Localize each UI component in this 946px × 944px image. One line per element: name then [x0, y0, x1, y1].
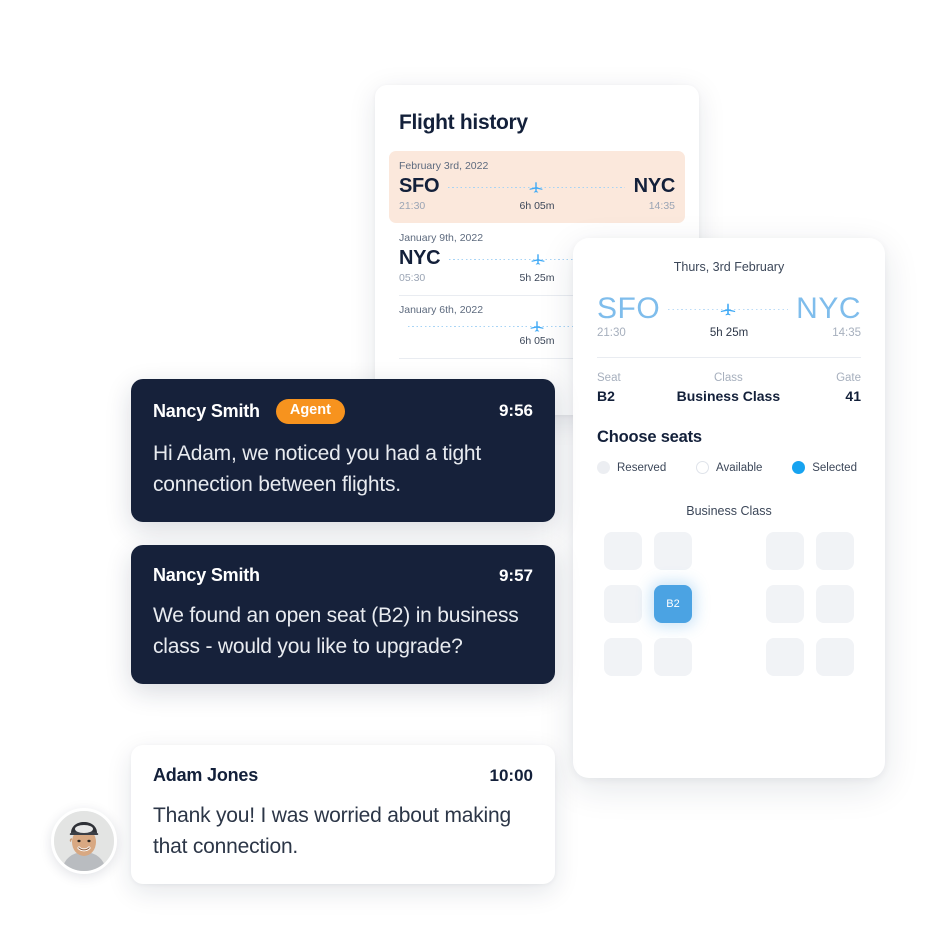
boarding-pass-times: 21:30 5h 25m 14:35 — [597, 327, 861, 339]
seat-row — [604, 638, 854, 676]
flight-date: February 3rd, 2022 — [399, 160, 489, 172]
seat-button[interactable] — [766, 532, 804, 570]
origin-airport-code: SFO — [399, 175, 440, 197]
sender-name: Adam Jones — [153, 765, 259, 785]
seat-label: Seat — [597, 372, 621, 384]
class-detail: Class Business Class — [621, 372, 836, 404]
seat-map: B2 — [597, 532, 861, 676]
message-timestamp: 9:56 — [498, 401, 533, 421]
airplane-icon — [529, 318, 546, 335]
flight-history-row[interactable]: February 3rd, 2022 SFO NYC 21:30 6h 05m … — [389, 151, 685, 223]
message-body: We found an open seat (B2) in business c… — [153, 604, 519, 659]
seat-button-selected[interactable]: B2 — [654, 585, 692, 623]
destination-airport-code: NYC — [633, 175, 676, 197]
origin-airport-code: SFO — [597, 292, 661, 325]
boarding-pass-card: Thurs, 3rd February SFO NYC 21:30 5h 25m… — [573, 238, 885, 778]
airplane-icon — [719, 300, 738, 319]
message-timestamp: 9:57 — [498, 565, 533, 585]
route-connector — [448, 178, 625, 195]
arrival-time: 14:35 — [832, 327, 861, 339]
app-canvas: Flight history February 3rd, 2022 SFO NY… — [0, 0, 946, 944]
boarding-pass-date: Thurs, 3rd February — [673, 260, 785, 274]
flight-times: 21:30 6h 05m 14:35 — [399, 200, 675, 212]
sender-name: Nancy Smith — [153, 565, 260, 585]
message-body: Thank you! I was worried about making th… — [153, 804, 511, 859]
gate-label: Gate — [836, 372, 861, 384]
available-dot-icon — [695, 461, 709, 474]
message-body: Hi Adam, we noticed you had a tight conn… — [153, 441, 482, 497]
seat-legend: Reserved Available Selected — [597, 461, 861, 474]
flight-route: SFO NYC — [399, 175, 675, 198]
message-timestamp: 10:00 — [489, 765, 533, 785]
legend-label: Selected — [812, 461, 857, 474]
agent-badge: Agent — [275, 399, 345, 424]
legend-item-selected: Selected — [792, 461, 857, 474]
flight-duration: 5h 25m — [709, 327, 749, 339]
gate-detail: Gate 41 — [836, 372, 861, 404]
chat-message: Nancy Smith Agent 9:56 Hi Adam, we notic… — [131, 379, 555, 523]
origin-airport-code: NYC — [399, 247, 441, 269]
seat-row — [604, 532, 854, 570]
seat-value: B2 — [597, 388, 615, 404]
legend-label: Available — [715, 461, 763, 474]
message-header: Adam Jones 10:00 — [153, 765, 533, 786]
selected-dot-icon — [792, 461, 806, 474]
chat-message: Adam Jones 10:00 Thank you! I was worrie… — [131, 745, 555, 885]
avatar — [51, 808, 117, 874]
legend-label: Reserved — [617, 461, 667, 474]
seat-button[interactable] — [816, 585, 854, 623]
seat-button[interactable] — [816, 532, 854, 570]
departure-time: 05:30 — [399, 272, 426, 284]
seat-button[interactable] — [816, 638, 854, 676]
class-value: Business Class — [676, 388, 781, 404]
page-title: Flight history — [399, 111, 528, 134]
boarding-pass-details: Seat B2 Class Business Class Gate 41 — [597, 372, 861, 404]
message-header: Nancy Smith 9:57 — [153, 565, 533, 586]
boarding-pass-route: SFO NYC — [597, 292, 861, 326]
seat-button[interactable] — [654, 638, 692, 676]
flight-duration: 6h 05m — [519, 200, 555, 212]
seat-button[interactable] — [604, 585, 642, 623]
seat-button[interactable] — [766, 638, 804, 676]
destination-airport-code: NYC — [796, 292, 861, 325]
chat-message: Nancy Smith 9:57 We found an open seat (… — [131, 545, 555, 685]
seat-button[interactable] — [654, 532, 692, 570]
cabin-label: Business Class — [686, 504, 772, 518]
route-connector — [668, 300, 789, 319]
sender-name: Nancy Smith — [153, 400, 260, 421]
choose-seats-title: Choose seats — [597, 428, 702, 446]
seat-button[interactable] — [766, 585, 804, 623]
seat-button[interactable] — [604, 532, 642, 570]
class-label: Class — [713, 372, 743, 384]
airplane-icon — [529, 250, 546, 267]
message-header: Nancy Smith Agent 9:56 — [153, 399, 533, 424]
departure-time: 21:30 — [597, 327, 626, 339]
legend-item-reserved: Reserved — [597, 461, 666, 474]
arrival-time: 14:35 — [648, 200, 675, 212]
reserved-dot-icon — [597, 461, 610, 474]
seat-detail: Seat B2 — [597, 372, 621, 404]
airplane-icon — [528, 178, 545, 195]
seat-button[interactable] — [604, 638, 642, 676]
avatar-photo — [54, 811, 114, 871]
divider — [597, 357, 861, 358]
gate-value: 41 — [845, 388, 861, 404]
departure-time: 21:30 — [399, 200, 426, 212]
seat-row: B2 — [604, 585, 854, 623]
legend-item-available: Available — [695, 461, 763, 474]
